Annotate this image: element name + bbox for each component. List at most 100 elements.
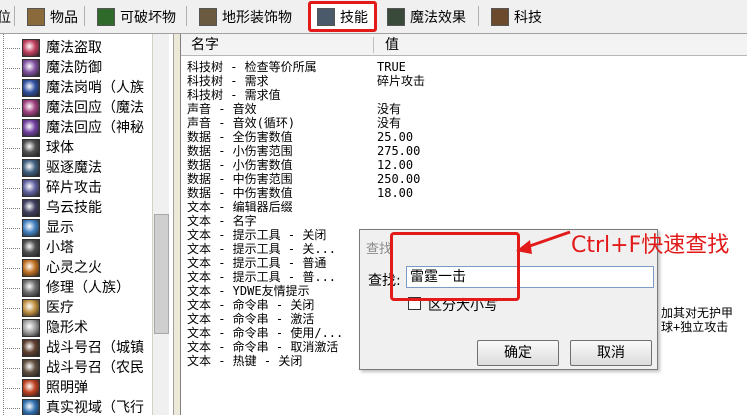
tree-item[interactable]: 魔法防御 [0,58,152,78]
column-header-value[interactable]: 值 [375,34,399,56]
property-value: 没有 [377,102,402,116]
tab-destructibles-label: 可破坏物 [120,10,176,26]
property-name: 科技树 - 需求值 [187,88,281,102]
tree-item-label: 显示 [46,220,74,236]
ability-icon [22,219,40,237]
tab-upgrades[interactable]: 科技 [484,3,549,31]
tree-connector [0,358,20,378]
property-name: 声音 - 音效 [187,102,257,116]
tree-item[interactable]: 战斗号召（农民 [0,358,152,378]
tree-item[interactable]: 照明弹 [0,378,152,398]
tree-connector [0,78,20,98]
property-row[interactable]: 数据 - 中伤害范围 250.00 [181,172,747,186]
skill-icon [317,7,335,26]
property-value: 250.00 [377,172,421,186]
tree-item[interactable]: 战斗号召（城镇 [0,338,152,358]
ability-icon [22,239,40,257]
tab-items[interactable]: 物品 [20,3,85,31]
find-dialog-title: 查找 [366,242,393,257]
property-row[interactable]: 科技树 - 需求值 [181,88,747,102]
tree-item-label: 魔法回应（神秘 [46,120,144,136]
property-row[interactable]: 文本 - 编辑器后缀 [181,200,747,214]
tree-item[interactable]: 隐形术 [0,318,152,338]
tree-item[interactable]: 医疗 [0,298,152,318]
tab-doodads-label: 地形装饰物 [222,10,292,26]
tree-connector [0,218,20,238]
tree-item-label: 驱逐魔法 [46,160,102,176]
property-name: 数据 - 中伤害数值 [187,186,293,200]
property-name: 科技树 - 需求 [187,74,269,88]
property-value: TRUE [377,60,406,74]
tree-connector [0,38,20,58]
tab-abilities[interactable]: 技能 [308,1,377,32]
tree-item[interactable]: 小塔 [0,238,152,258]
property-row[interactable]: 数据 - 小伤害范围 275.00 [181,144,747,158]
ability-icon [22,159,40,177]
property-value: 碎片攻击 [377,74,426,88]
tab-buffs[interactable]: 魔法效果 [380,3,473,31]
property-row[interactable]: 数据 - 小伤害数值 12.00 [181,158,747,172]
tab-unit[interactable]: 位 [0,3,18,31]
tree-item[interactable]: 显示 [0,218,152,238]
ability-icon [22,339,40,357]
property-row[interactable]: 科技树 - 需求 碎片攻击 [181,74,747,88]
tree-item[interactable]: 魔法回应（神秘 [0,118,152,138]
tree-item-label: 医疗 [46,300,74,316]
tree-item-label: 球体 [46,140,74,156]
property-name: 数据 - 小伤害数值 [187,158,293,172]
property-value: 25.00 [377,130,414,144]
property-list-header: 名字 值 [181,34,747,56]
ok-button[interactable]: 确定 [477,340,559,366]
ability-icon [22,119,40,137]
property-name: 数据 - 中伤害范围 [187,172,293,186]
tree-item[interactable]: 乌云技能 [0,198,152,218]
tree-item[interactable]: 魔法回应（魔法 [0,98,152,118]
property-name: 文本 - 提示工具 - 关... [187,242,337,256]
property-row[interactable]: 数据 - 全伤害数值 25.00 [181,130,747,144]
tab-destructibles[interactable]: 可破坏物 [90,3,183,31]
tree-connector [0,238,20,258]
tree-item[interactable]: 心灵之火 [0,258,152,278]
property-row[interactable]: 文本 - 名字 [181,214,747,228]
property-name: 文本 - 命令串 - 激活 [187,312,315,326]
tree-item-label: 魔法盗取 [46,40,102,56]
tab-buffs-label: 魔法效果 [410,10,466,26]
buff-icon [387,8,405,26]
ability-icon [22,99,40,117]
property-row[interactable]: 科技树 - 检查等价所属 TRUE [181,60,747,74]
tree-item[interactable]: 修理（人族） [0,278,152,298]
property-value: 没有 [377,116,402,130]
tab-doodads[interactable]: 地形装饰物 [192,3,299,31]
property-name: 数据 - 全伤害数值 [187,130,293,144]
property-row[interactable]: 数据 - 中伤害数值 18.00 [181,186,747,200]
property-value: 12.00 [377,158,414,172]
tree-item[interactable]: 驱逐魔法 [0,158,152,178]
tree-connector [0,338,20,358]
doodad-icon [199,8,217,26]
property-row[interactable]: 声音 - 音效 没有 [181,102,747,116]
ability-icon [22,39,40,57]
tree-item-label: 乌云技能 [46,200,102,216]
tree-scrollbar[interactable] [152,34,169,415]
tree-item[interactable]: 真实视域（飞行 [0,398,152,415]
tab-unit-label: 位 [0,10,11,26]
ability-icon [22,259,40,277]
tree-connector [0,318,20,338]
cancel-button[interactable]: 取消 [570,340,652,366]
tree-connector [0,58,20,78]
tree-scrollbar-thumb[interactable] [154,214,169,334]
property-name: 文本 - 名字 [187,214,257,228]
tree-item[interactable]: 碎片攻击 [0,178,152,198]
tab-upgrades-label: 科技 [514,10,542,26]
column-header-name[interactable]: 名字 [181,34,219,56]
ability-icon [22,359,40,377]
ability-icon [22,179,40,197]
tree-connector [0,138,20,158]
tree-item[interactable]: 魔法岗哨（人族 [0,78,152,98]
tech-icon [491,8,509,26]
tree-item[interactable]: 球体 [0,138,152,158]
ability-icon [22,199,40,217]
tree-item[interactable]: 魔法盗取 [0,38,152,58]
property-row[interactable]: 声音 - 音效(循环) 没有 [181,116,747,130]
tree-connector [0,258,20,278]
